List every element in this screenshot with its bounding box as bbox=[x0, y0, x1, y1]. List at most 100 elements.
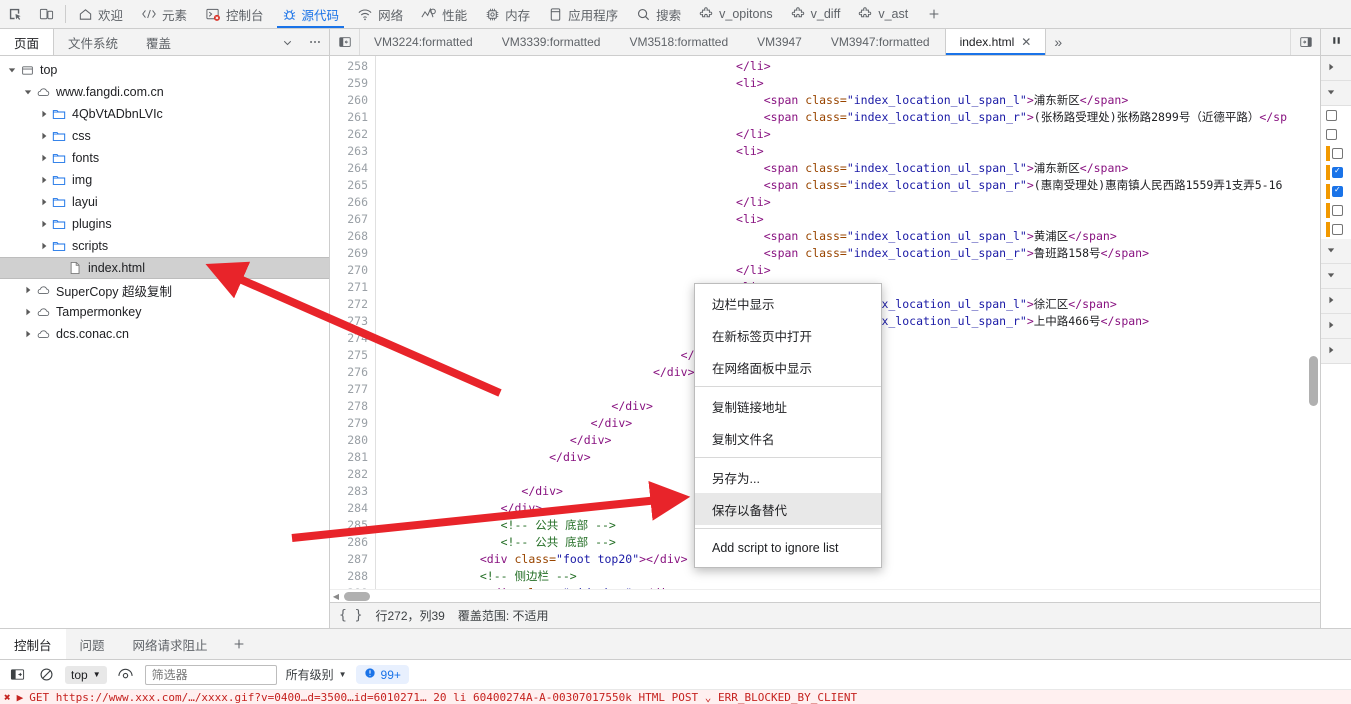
context-menu-item-2[interactable]: 在网络面板中显示 bbox=[695, 351, 881, 383]
chevron-right-icon[interactable] bbox=[1327, 63, 1335, 73]
line-number[interactable]: 286 bbox=[330, 534, 368, 551]
editor-tab-index-html[interactable]: index.html ✕ bbox=[944, 29, 1047, 55]
chevron-right-icon[interactable] bbox=[37, 154, 51, 162]
show-debugger-icon[interactable] bbox=[1290, 29, 1320, 55]
line-number[interactable]: 285 bbox=[330, 517, 368, 534]
code-line[interactable]: </li> bbox=[376, 194, 1320, 211]
tree-item-index.html[interactable]: index.html bbox=[0, 257, 329, 279]
tab-network[interactable]: 网络 bbox=[348, 0, 412, 28]
show-navigator-icon[interactable] bbox=[330, 29, 360, 55]
debugger-section-header[interactable] bbox=[1321, 264, 1351, 288]
tree-item-supercopy-[interactable]: SuperCopy 超级复制 bbox=[0, 279, 329, 301]
line-number[interactable]: 264 bbox=[330, 160, 368, 177]
debugger-section-header[interactable] bbox=[1321, 339, 1351, 363]
navigator-tab-page[interactable]: 页面 bbox=[0, 29, 55, 55]
breakpoint-row[interactable] bbox=[1321, 220, 1351, 239]
editor-tab-vm3947[interactable]: VM3947 bbox=[743, 29, 817, 55]
device-toolbar-icon[interactable] bbox=[31, 0, 62, 28]
line-number[interactable]: 269 bbox=[330, 245, 368, 262]
tree-item-www.fangdi.com.cn[interactable]: www.fangdi.com.cn bbox=[0, 81, 329, 103]
line-number[interactable]: 275 bbox=[330, 347, 368, 364]
breakpoint-row[interactable] bbox=[1321, 201, 1351, 220]
chevron-right-icon[interactable] bbox=[37, 176, 51, 184]
close-icon[interactable]: ✕ bbox=[1021, 35, 1031, 49]
breakpoint-row[interactable] bbox=[1321, 182, 1351, 201]
checkbox-icon[interactable] bbox=[1332, 166, 1343, 178]
line-number[interactable]: 272 bbox=[330, 296, 368, 313]
line-number[interactable]: 267 bbox=[330, 211, 368, 228]
context-menu-item-1[interactable]: 在新标签页中打开 bbox=[695, 319, 881, 351]
chevron-right-icon[interactable] bbox=[37, 132, 51, 140]
code-line[interactable]: <span class="index_location_ul_span_r">(… bbox=[376, 109, 1320, 126]
line-number[interactable]: 279 bbox=[330, 415, 368, 432]
pretty-print-button[interactable]: { } bbox=[339, 608, 362, 623]
code-line[interactable]: <li> bbox=[376, 143, 1320, 160]
context-menu-item-4[interactable]: 复制文件名 bbox=[695, 422, 881, 454]
line-number[interactable]: 287 bbox=[330, 551, 368, 568]
line-number[interactable]: 270 bbox=[330, 262, 368, 279]
console-sidebar-icon[interactable] bbox=[7, 665, 27, 685]
tree-item-img[interactable]: img bbox=[0, 169, 329, 191]
code-line[interactable]: </li> bbox=[376, 262, 1320, 279]
chevron-right-icon[interactable] bbox=[37, 242, 51, 250]
context-menu-item-0[interactable]: 边栏中显示 bbox=[695, 287, 881, 319]
checkbox-icon[interactable] bbox=[1332, 185, 1343, 197]
line-number[interactable]: 281 bbox=[330, 449, 368, 466]
debugger-section-header[interactable] bbox=[1321, 239, 1351, 263]
checkbox-icon[interactable] bbox=[1326, 129, 1337, 140]
code-line[interactable]: <span class="index_location_ul_span_l">浦… bbox=[376, 160, 1320, 177]
debugger-section-header[interactable] bbox=[1321, 56, 1351, 80]
line-number[interactable]: 280 bbox=[330, 432, 368, 449]
tree-item-top[interactable]: top bbox=[0, 59, 329, 81]
tab-v-diff[interactable]: v_diff bbox=[782, 0, 850, 28]
debugger-sections[interactable] bbox=[1321, 56, 1351, 364]
chevron-down-icon[interactable] bbox=[1327, 246, 1335, 256]
pause-icon[interactable] bbox=[1330, 34, 1343, 50]
code-line[interactable]: <li> bbox=[376, 75, 1320, 92]
code-line[interactable]: <!-- 侧边栏 --> bbox=[376, 568, 1320, 585]
chevron-down-icon[interactable] bbox=[5, 66, 19, 74]
line-number[interactable]: 271 bbox=[330, 279, 368, 296]
navigator-file-tree[interactable]: top www.fangdi.com.cn 4QbVtADbnLVIc css font… bbox=[0, 56, 329, 628]
line-number[interactable]: 262 bbox=[330, 126, 368, 143]
expand-arrow-icon[interactable]: ▶ bbox=[17, 691, 24, 704]
line-number[interactable]: 283 bbox=[330, 483, 368, 500]
navigator-tab-filesystem[interactable]: 文件系统 bbox=[54, 29, 132, 55]
code-line[interactable]: </li> bbox=[376, 126, 1320, 143]
tree-item-dcs.conac.cn[interactable]: dcs.conac.cn bbox=[0, 323, 329, 345]
add-panel-tab-button[interactable] bbox=[917, 0, 951, 28]
code-line[interactable]: <span class="index_location_ul_span_r">鲁… bbox=[376, 245, 1320, 262]
line-number[interactable]: 276 bbox=[330, 364, 368, 381]
breakpoint-checkbox-row[interactable] bbox=[1321, 125, 1351, 144]
tab-sources[interactable]: 源代码 bbox=[273, 0, 349, 28]
chevron-down-icon[interactable] bbox=[21, 88, 35, 96]
debugger-section-header[interactable] bbox=[1321, 81, 1351, 105]
line-number[interactable]: 263 bbox=[330, 143, 368, 160]
line-number[interactable]: 268 bbox=[330, 228, 368, 245]
tab-v-opitons[interactable]: v_opitons bbox=[690, 0, 782, 28]
tree-item-fonts[interactable]: fonts bbox=[0, 147, 329, 169]
tab-console[interactable]: 控制台 bbox=[196, 0, 273, 28]
chevron-right-icon[interactable] bbox=[1327, 346, 1335, 356]
chevron-down-icon[interactable] bbox=[1327, 88, 1335, 98]
inspect-element-icon[interactable] bbox=[0, 0, 31, 28]
tab-v-ast[interactable]: v_ast bbox=[849, 0, 917, 28]
line-number[interactable]: 284 bbox=[330, 500, 368, 517]
console-message-list[interactable]: ✖ ▶ GET https://www.xxx.com/…/xxxx.gif?v=0… bbox=[0, 690, 1351, 704]
tab-performance[interactable]: 性能 bbox=[412, 0, 476, 28]
breakpoint-checkbox-row[interactable] bbox=[1321, 106, 1351, 125]
context-menu-item-6[interactable]: 保存以备替代 bbox=[695, 493, 881, 525]
more-options-icon[interactable] bbox=[301, 29, 329, 55]
breakpoint-row[interactable] bbox=[1321, 163, 1351, 182]
editor-more-tabs-button[interactable]: » bbox=[1046, 29, 1070, 55]
line-number[interactable]: 265 bbox=[330, 177, 368, 194]
checkbox-icon[interactable] bbox=[1332, 224, 1343, 235]
tree-item-css[interactable]: css bbox=[0, 125, 329, 147]
code-line[interactable]: <span class="index_location_ul_span_l">浦… bbox=[376, 92, 1320, 109]
clear-console-icon[interactable] bbox=[36, 665, 56, 685]
tree-item-plugins[interactable]: plugins bbox=[0, 213, 329, 235]
tab-application[interactable]: 应用程序 bbox=[539, 0, 627, 28]
editor-horizontal-scrollbar[interactable]: ◀ bbox=[330, 589, 1320, 602]
line-number[interactable]: 260 bbox=[330, 92, 368, 109]
chevron-right-icon[interactable] bbox=[1327, 296, 1335, 306]
